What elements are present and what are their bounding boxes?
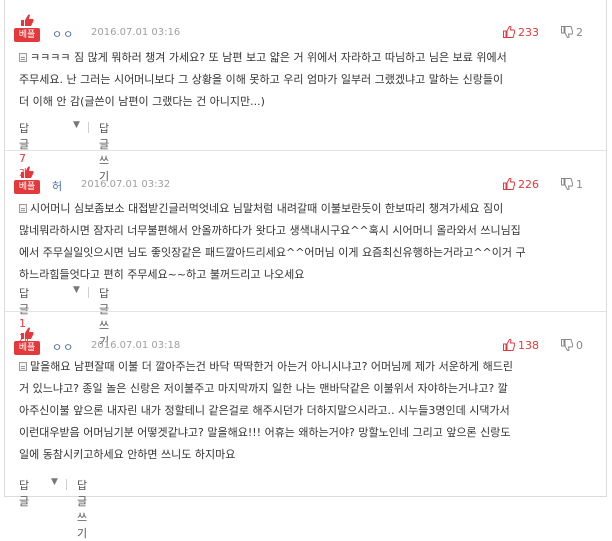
thumbs-down-icon: [561, 178, 573, 190]
comment-body: 시어머니 심보좀보소 대접받긴글러먹엇네요 님말처럼 내려갈때 이불보란듯이 한…: [19, 198, 597, 286]
divider: [88, 122, 89, 133]
best-comment-badge: 베플: [14, 14, 40, 44]
comment-item: 베플 ㅇㅇ 2016.07.01 03:18 138 0 말을해요 남편잘때 이…: [5, 313, 606, 540]
divider: [5, 311, 606, 312]
dislike-count: 1: [576, 178, 583, 191]
thumbs-up-badge-icon: [21, 166, 34, 178]
comment-line: 시어머니 심보좀보소 대접받긴글러먹엇네요 님말처럼 내려갈때 이불보란듯이 한…: [30, 202, 504, 215]
comment-item: 베플 ㅇㅇ 2016.07.01 03:16 233 2 ㅋㅋㅋㅋ 짐 많게 뭐…: [5, 0, 606, 183]
nickname[interactable]: ㅇㅇ: [52, 26, 74, 42]
comment-line: 거 있느냐고? 종일 놀은 신랑은 저이불주고 마지막까지 일한 나는 맨바닥같…: [19, 382, 508, 395]
comment-doc-icon: [19, 204, 27, 213]
reply-label: 답글: [19, 479, 30, 508]
comment-meta: 베플 ㅇㅇ 2016.07.01 03:18 138 0: [14, 327, 599, 357]
comment-doc-icon: [19, 53, 27, 62]
post-date: 2016.07.01 03:18: [91, 340, 181, 351]
divider: [5, 150, 606, 151]
comment-body: ㅋㅋㅋㅋ 짐 많게 뭐하러 챙겨 가세요? 또 남편 보고 얇은 거 위에서 자…: [19, 47, 597, 113]
like-count: 226: [518, 178, 539, 191]
chevron-down-icon[interactable]: ▼: [73, 120, 80, 130]
best-badge-label: 베플: [14, 341, 40, 355]
reply-toggle[interactable]: 답글: [19, 477, 29, 509]
write-reply-link[interactable]: 답글쓰기: [77, 477, 87, 541]
best-comment-badge: 베플: [14, 327, 40, 357]
thumbs-up-icon: [503, 26, 515, 38]
post-date: 2016.07.01 03:32: [81, 179, 171, 190]
dislike-count: 2: [576, 26, 583, 39]
best-comment-badge: 베플: [14, 166, 40, 196]
dislike-button[interactable]: 0: [561, 338, 601, 354]
dislike-button[interactable]: 2: [561, 25, 601, 41]
thumbs-up-badge-icon: [21, 327, 34, 339]
comment-body: 말을해요 남편잘때 이불 더 깔아주는건 바닥 딱딱한거 아는거 아니시냐고? …: [19, 356, 597, 466]
divider: [88, 287, 89, 298]
comment-line: 더 이해 안 감(글쓴이 남편이 그랬다는 건 아니지만...): [19, 95, 265, 108]
reply-label: 답글: [19, 122, 30, 151]
comment-line: 말을해요 남편잘때 이불 더 깔아주는건 바닥 딱딱한거 아는거 아니시냐고? …: [30, 360, 513, 373]
like-count: 233: [518, 26, 539, 39]
comment-line: 많네뭐라하시면 잠자리 너무불편해서 안올까하다가 왓다고 생색내시구요^^혹시…: [19, 224, 521, 237]
comment-doc-icon: [19, 362, 27, 371]
best-badge-label: 베플: [14, 28, 40, 42]
divider: [66, 479, 67, 490]
thumbs-up-icon: [503, 339, 515, 351]
dislike-button[interactable]: 1: [561, 177, 601, 193]
comment-line: ㅋㅋㅋㅋ 짐 많게 뭐하러 챙겨 가세요? 또 남편 보고 얇은 거 위에서 자…: [30, 51, 507, 64]
dislike-count: 0: [576, 339, 583, 352]
nickname[interactable]: ㅇㅇ: [52, 339, 74, 355]
comment-line: 일에 동참시키고하세요 안하면 쓰니도 하지마요: [19, 448, 236, 461]
like-count: 138: [518, 339, 539, 352]
comment-line: 하느라힘들엇다고 편히 주무세요~~하고 불꺼드리고 나오세요: [19, 268, 305, 281]
thumbs-up-badge-icon: [21, 14, 34, 26]
chevron-down-icon[interactable]: ▼: [51, 477, 58, 487]
thumbs-down-icon: [561, 339, 573, 351]
post-date: 2016.07.01 03:16: [91, 27, 181, 38]
comment-list: 베플 ㅇㅇ 2016.07.01 03:16 233 2 ㅋㅋㅋㅋ 짐 많게 뭐…: [4, 0, 607, 540]
best-badge-label: 베플: [14, 180, 40, 194]
comment-line: 아주신이불 앞으론 내자린 내가 정할테니 같은걸로 해주시던가 더하지말으시라…: [19, 404, 510, 417]
thumbs-down-icon: [561, 26, 573, 38]
comment-line: 에서 주무실일잇으시면 님도 좋잇장같은 패드깔아드리세요^^어머님 이게 요즘…: [19, 246, 526, 259]
comment-line: 주무세요. 난 그러는 시어머니보다 그 상황을 이해 못하고 우리 엄마가 일…: [19, 73, 504, 86]
comment-item: 베플 허 2016.07.01 03:32 226 1 시어머니 심보좀보소 대…: [5, 152, 606, 348]
comment-line: 이런대우받음 어머님기분 어떻겟같냐고? 말을해요!!! 어휴는 왜하는거야? …: [19, 426, 511, 439]
thumbs-up-icon: [503, 178, 515, 190]
nickname[interactable]: 허: [52, 178, 63, 194]
comment-meta: 베플 ㅇㅇ 2016.07.01 03:16 233 2: [14, 14, 599, 44]
chevron-down-icon[interactable]: ▼: [73, 285, 80, 295]
comment-meta: 베플 허 2016.07.01 03:32 226 1: [14, 166, 599, 196]
